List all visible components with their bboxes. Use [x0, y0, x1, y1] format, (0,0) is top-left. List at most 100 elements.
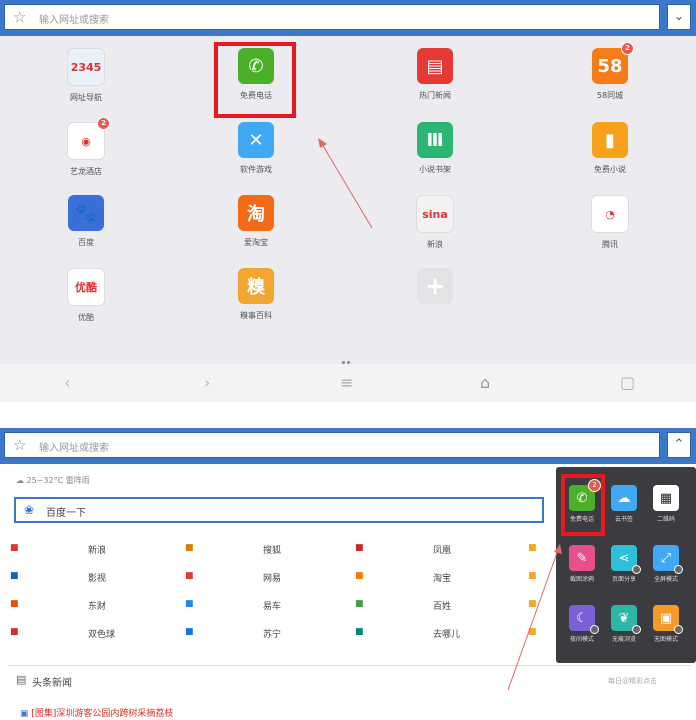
tile-label: 优酷	[78, 313, 94, 322]
baidu-paw-icon: 🐾	[68, 195, 104, 231]
address-bar-bottom: ☆ 输入网址或搜索 ⌃	[0, 428, 696, 464]
tile-bookshelf[interactable]: Ⅲ 小说书架	[390, 122, 480, 175]
notification-badge: 2	[97, 117, 110, 130]
toggle-indicator	[674, 565, 683, 574]
elong-icon: ◉ 2	[67, 117, 110, 160]
tile-sina[interactable]: sina 新浪	[390, 195, 480, 250]
menu-item-no-image[interactable]: ▣ 无图模式	[646, 605, 686, 643]
menu-item-fullscreen[interactable]: ⤢ 全屏模式	[646, 545, 686, 583]
highlight-box-menu-phone	[561, 474, 605, 536]
weather-info: ☁ 25~32°C 雷阵雨	[16, 476, 90, 485]
tabs-icon[interactable]: ▢	[620, 373, 635, 392]
address-input-bottom[interactable]: ☆ 输入网址或搜索	[4, 432, 660, 458]
quick-link[interactable]: 易车	[263, 599, 281, 612]
news-icon: ▤	[16, 673, 27, 686]
quick-link[interactable]: 双色球	[88, 627, 115, 640]
quick-link[interactable]: 网易	[263, 571, 281, 584]
tile-taobao[interactable]: 淘爱淘宝	[211, 195, 301, 248]
back-icon[interactable]: ‹	[64, 373, 70, 392]
toggle-indicator	[674, 625, 683, 634]
menu-item-label: 无痕浏览	[611, 636, 636, 643]
tile-tencent[interactable]: ◔ 腾讯	[565, 195, 655, 250]
tile-app-store[interactable]: ✕ 软件游戏	[211, 122, 301, 175]
menu-item-cloud[interactable]: ☁ 云书签	[604, 485, 644, 523]
tile-add[interactable]: +	[390, 268, 480, 310]
quick-link[interactable]: 搜狐	[263, 543, 281, 556]
quick-link[interactable]: 百姓	[433, 599, 451, 612]
moon-icon: ☾	[569, 605, 599, 634]
screenshot-icon: ✎	[569, 545, 595, 571]
tile-label: 新浪	[427, 240, 443, 249]
dropdown-button[interactable]: ⌄	[667, 4, 691, 30]
link-icon: ■	[10, 571, 19, 581]
star-icon[interactable]: ☆	[13, 8, 26, 26]
link-icon: ■	[355, 627, 364, 637]
menu-item-label: 二维码	[656, 516, 675, 523]
news-item[interactable]: ▣ [图集]深圳游客公园内跨树采摘荔枝	[20, 706, 173, 719]
menu-item-label: 全屏模式	[653, 576, 678, 583]
app-store-icon: ✕	[238, 122, 274, 158]
toggle-indicator	[632, 625, 641, 634]
quick-link[interactable]: 影视	[88, 571, 106, 584]
cloud-icon: ☁	[611, 485, 637, 511]
quick-link[interactable]: 苏宁	[263, 627, 281, 640]
add-icon: +	[417, 268, 453, 304]
tile-label: 爱淘宝	[244, 238, 268, 247]
tile-news[interactable]: ▤ 热门新闻	[390, 48, 480, 101]
fullscreen-icon: ⤢	[653, 545, 683, 574]
link-icon: ■	[355, 543, 364, 553]
quick-link[interactable]: 东财	[88, 599, 106, 612]
quick-link[interactable]: 去哪儿	[433, 627, 460, 640]
news-item-icon: ▣	[20, 709, 29, 719]
home-icon[interactable]: ⌂	[480, 373, 490, 392]
tile-2345-mascot[interactable]: 2345 网址导航	[41, 48, 131, 103]
tile-label: 网址导航	[70, 93, 102, 102]
address-placeholder: 输入网址或搜索	[39, 15, 109, 26]
tile-elong[interactable]: ◉ 2 艺龙酒店	[41, 117, 131, 177]
2345-mascot-icon: 2345	[67, 48, 105, 86]
bottom-nav: ‹ › ≡ ⌂ ▢	[0, 364, 696, 402]
link-icon: ■	[355, 571, 364, 581]
news-item-text: [图集]深圳游客公园内跨树采摘荔枝	[31, 709, 174, 719]
forward-icon[interactable]: ›	[204, 373, 210, 392]
qr-code-icon: ▦	[653, 485, 679, 511]
quick-link[interactable]: 淘宝	[433, 571, 451, 584]
tile-qiushi[interactable]: 糗糗事百科	[211, 268, 301, 321]
star-icon[interactable]: ☆	[13, 436, 26, 454]
menu-item-footprint[interactable]: ❦ 无痕浏览	[604, 605, 644, 643]
toggle-indicator	[590, 625, 599, 634]
tile-label: 百度	[78, 238, 94, 247]
tile-label: 免费小说	[594, 165, 626, 174]
tile-label: 软件游戏	[240, 165, 272, 174]
news-right-text[interactable]: 每日@精彩点击	[608, 676, 657, 686]
link-icon: ■	[355, 599, 364, 609]
collapse-button[interactable]: ⌃	[667, 432, 691, 458]
baidu-search-box[interactable]: ❀ 百度一下	[14, 497, 544, 523]
share-icon: ⋖	[611, 545, 641, 574]
link-icon: ■	[185, 627, 194, 637]
menu-icon[interactable]: ≡	[340, 373, 353, 392]
qiushi-icon: 糗	[238, 268, 274, 304]
menu-item-share[interactable]: ⋖ 页面分享	[604, 545, 644, 583]
menu-item-qr-code[interactable]: ▦ 二维码	[646, 485, 686, 523]
link-icon: ■	[10, 599, 19, 609]
youku-icon: 优酷	[67, 268, 105, 306]
weather-text: 25~32°C 雷阵雨	[26, 476, 90, 485]
baidu-paw-icon: ❀	[24, 503, 35, 517]
menu-item-label: 页面分享	[611, 576, 636, 583]
tile-58[interactable]: 58 2 58同城	[565, 42, 655, 101]
tile-youku[interactable]: 优酷 优酷	[41, 268, 131, 323]
search-text: 百度一下	[46, 508, 86, 519]
sina-icon: sina	[416, 195, 454, 233]
tile-book[interactable]: ▮ 免费小说	[565, 122, 655, 175]
link-icon: ■	[185, 571, 194, 581]
address-placeholder: 输入网址或搜索	[39, 443, 109, 454]
tile-baidu-paw[interactable]: 🐾 百度	[41, 195, 131, 248]
58-icon: 58 2	[592, 42, 634, 84]
tile-label: 小说书架	[419, 165, 451, 174]
address-input-top[interactable]: ☆ 输入网址或搜索	[4, 4, 660, 30]
quick-link[interactable]: 凤凰	[433, 543, 451, 556]
link-icon: ■	[10, 627, 19, 637]
quick-link[interactable]: 新浪	[88, 543, 106, 556]
highlight-box-phone	[214, 42, 296, 118]
